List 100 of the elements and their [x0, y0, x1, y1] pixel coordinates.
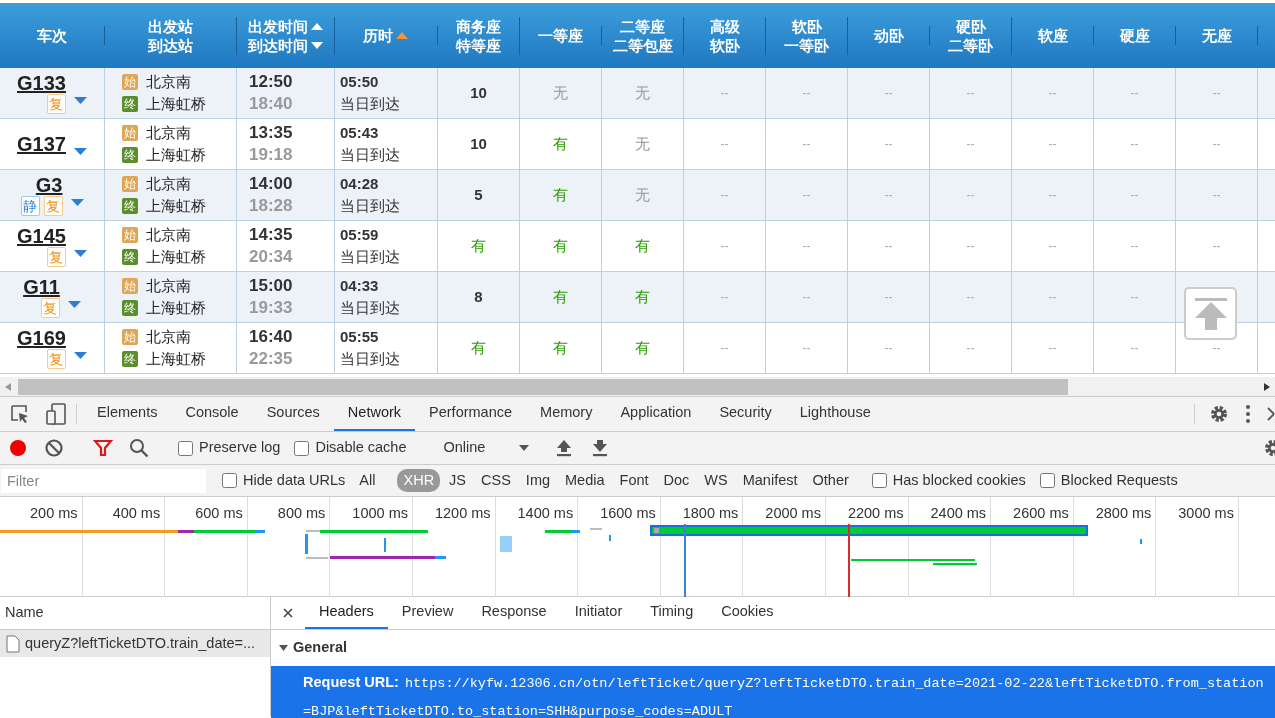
train-number-link[interactable]: G137: [17, 133, 66, 155]
column-header[interactable]: Name: [5, 602, 44, 624]
train-number-link[interactable]: G3: [35, 174, 63, 196]
tick-label: 600 ms: [195, 505, 243, 521]
arrival-time: 22:35: [249, 348, 294, 370]
expand-caret-icon[interactable]: [73, 250, 87, 258]
resource-type-filter[interactable]: Media: [559, 468, 611, 493]
checkbox-label: Preserve log: [199, 438, 281, 458]
column-header[interactable]: 出发站 到达站: [105, 3, 237, 68]
resource-type-filter[interactable]: Img: [519, 468, 557, 493]
resource-type-filter[interactable]: Manifest: [736, 468, 804, 493]
devtools-tab[interactable]: Elements: [83, 397, 172, 431]
table-cell: --: [848, 68, 930, 119]
resource-type-filter[interactable]: WS: [698, 468, 734, 493]
checkbox[interactable]: [294, 440, 310, 456]
table-cell: --: [1012, 170, 1094, 221]
column-header[interactable]: 硬座: [1094, 3, 1176, 68]
column-header[interactable]: 一等座: [520, 3, 602, 68]
devtools-tab[interactable]: Application: [606, 397, 706, 431]
station-tag: 终: [122, 96, 138, 112]
column-header[interactable]: 软卧 一等卧: [766, 3, 848, 68]
clear-icon[interactable]: [44, 438, 64, 458]
inspect-icon[interactable]: [10, 404, 30, 424]
sort-down-icon[interactable]: [309, 39, 324, 51]
expand-caret-icon[interactable]: [73, 148, 87, 156]
column-header[interactable]: 软座: [1012, 3, 1094, 68]
checkbox[interactable]: [178, 440, 193, 456]
devtools-tab[interactable]: Security: [705, 397, 786, 431]
column-header[interactable]: 硬卧 二等卧: [930, 3, 1012, 68]
devtools-tab[interactable]: Console: [171, 397, 253, 431]
tick-label: 2800 ms: [1095, 505, 1152, 521]
arrival-day: 当日到达: [340, 246, 437, 268]
column-header[interactable]: 二等座 二等包座: [602, 3, 684, 68]
table-cell: [1258, 272, 1275, 323]
detail-tab[interactable]: Initiator: [560, 597, 637, 629]
arrival-day: 当日到达: [340, 195, 437, 217]
resource-type-filter[interactable]: Font: [613, 468, 655, 493]
request-row[interactable]: queryZ?leftTicketDTO.train_date=...: [0, 630, 270, 657]
expand-caret-icon[interactable]: [67, 301, 81, 309]
resource-type-filter[interactable]: All: [353, 468, 382, 493]
table-cell: 有: [602, 272, 684, 323]
download-icon[interactable]: [592, 439, 609, 457]
search-icon[interactable]: [129, 438, 149, 458]
train-number-link[interactable]: G145: [17, 225, 66, 247]
resource-type-filter[interactable]: Doc: [657, 468, 696, 493]
close-icon[interactable]: [283, 608, 293, 618]
more-options-icon[interactable]: [1245, 404, 1251, 424]
detail-tab[interactable]: Cookies: [707, 597, 788, 629]
devtools-tab[interactable]: Lighthouse: [785, 397, 885, 431]
checkbox[interactable]: [222, 473, 237, 488]
train-tag: 复: [46, 247, 66, 267]
horizontal-scrollbar[interactable]: [0, 377, 1275, 397]
train-number-link[interactable]: G169: [17, 327, 66, 349]
detail-tab[interactable]: Timing: [636, 597, 708, 629]
train-number-link[interactable]: G11: [23, 276, 60, 298]
expand-caret-icon[interactable]: [70, 199, 84, 207]
column-header[interactable]: 出发时间 到达时间: [237, 3, 335, 68]
device-icon[interactable]: [46, 403, 66, 425]
table-cell: --: [766, 272, 848, 323]
settings-icon[interactable]: [1209, 404, 1229, 424]
checkbox-label: Blocked Requests: [1060, 470, 1178, 490]
departure-time: 12:50: [249, 71, 294, 93]
table-cell: --: [1094, 170, 1176, 221]
filter-field[interactable]: Filter: [1, 468, 206, 493]
table-cell: 有: [602, 323, 684, 374]
devtools-tab[interactable]: Performance: [415, 397, 527, 431]
throttling-dropdown[interactable]: Online: [433, 437, 534, 459]
table-cell: --: [1012, 272, 1094, 323]
train-number-link[interactable]: G133: [17, 72, 66, 94]
column-header[interactable]: 无座: [1176, 3, 1258, 68]
resource-type-filter[interactable]: CSS: [475, 468, 517, 493]
close-icon[interactable]: [1267, 407, 1275, 421]
devtools-tab[interactable]: Memory: [526, 397, 607, 431]
filter-icon[interactable]: [93, 438, 113, 458]
column-header[interactable]: 动卧: [848, 3, 930, 68]
column-header[interactable]: 商务座 特等座: [438, 3, 520, 68]
station-tag: 始: [122, 329, 138, 345]
table-cell: --: [1176, 68, 1258, 119]
column-header[interactable]: 历时: [335, 3, 438, 68]
header-row[interactable]: Request URL: https://kyfw.12306.cn/otn/leftTicket/queryZ?leftTicketDTO.train_date=2021-02-22&leftTicketDTO.from_station=BJP&leftTicketDTO.to_station=SHH&purpose_codes=ADULT: [271, 666, 1275, 718]
detail-tab[interactable]: Preview: [387, 597, 468, 629]
resource-type-filter[interactable]: JS: [443, 468, 473, 493]
station-name: 北京南: [146, 123, 191, 143]
column-header[interactable]: 高级 软卧: [684, 3, 766, 68]
checkbox[interactable]: [1039, 473, 1055, 488]
expand-caret-icon[interactable]: [73, 352, 87, 360]
expand-triangle-icon[interactable]: [279, 644, 288, 652]
arrival-day: 当日到达: [340, 297, 437, 319]
table-cell: --: [684, 323, 766, 374]
expand-caret-icon[interactable]: [73, 97, 87, 105]
devtools-tab[interactable]: Sources: [252, 397, 334, 431]
detail-tab[interactable]: Response: [467, 597, 561, 629]
record-icon[interactable]: [8, 438, 28, 458]
upload-icon[interactable]: [556, 439, 573, 457]
column-header[interactable]: 车次: [0, 3, 105, 68]
resource-type-filter[interactable]: Other: [806, 468, 855, 493]
detail-tab[interactable]: Headers: [305, 597, 388, 629]
settings-icon[interactable]: [1263, 438, 1275, 458]
arrival-day: 当日到达: [340, 144, 437, 166]
checkbox[interactable]: [871, 473, 887, 488]
